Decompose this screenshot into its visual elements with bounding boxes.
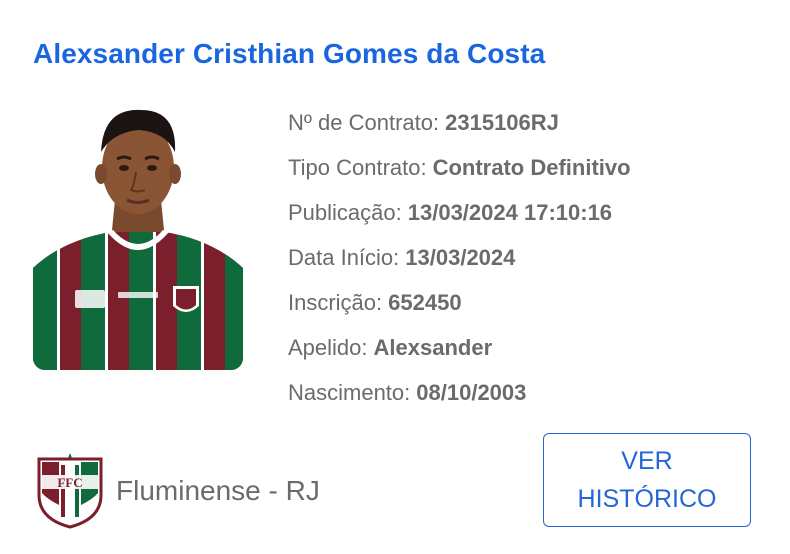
start-date-label: Data Início: xyxy=(288,244,400,270)
birth-date-label: Nascimento: xyxy=(288,379,411,405)
contract-number-row: Nº de Contrato: 2315106RJ xyxy=(288,100,631,145)
player-photo xyxy=(33,100,243,370)
birth-date-value: 08/10/2003 xyxy=(416,379,527,405)
nickname-label: Apelido: xyxy=(288,334,368,360)
club-name: Fluminense - RJ xyxy=(116,475,320,506)
registration-value: 652450 xyxy=(388,289,462,315)
registration-label: Inscrição: xyxy=(288,289,383,315)
view-history-button[interactable]: VER HISTÓRICO xyxy=(543,433,751,527)
contract-type-label: Tipo Contrato: xyxy=(288,154,427,180)
view-history-line1: VER xyxy=(621,447,673,475)
registration-row: Inscrição: 652450 xyxy=(288,280,631,325)
birth-date-row: Nascimento: 08/10/2003 xyxy=(288,370,631,415)
view-history-line2: HISTÓRICO xyxy=(577,485,717,513)
start-date-value: 13/03/2024 xyxy=(405,244,516,270)
nickname-value: Alexsander xyxy=(373,334,493,360)
contract-type-value: Contrato Definitivo xyxy=(432,154,631,180)
nickname-row: Apelido: Alexsander xyxy=(288,325,631,370)
player-photo-illustration xyxy=(33,109,243,370)
contract-number-value: 2315106RJ xyxy=(445,109,559,135)
publication-value: 13/03/2024 17:10:16 xyxy=(407,199,613,225)
player-name: Alexsander Cristhian Gomes da Costa xyxy=(33,38,546,69)
crest-monogram: FFC xyxy=(57,475,82,490)
club-info: FFC Fluminense - RJ xyxy=(37,453,320,529)
publication-label: Publicação: xyxy=(288,199,402,225)
start-date-row: Data Início: 13/03/2024 xyxy=(288,235,631,280)
contract-type-row: Tipo Contrato: Contrato Definitivo xyxy=(288,145,631,190)
publication-row: Publicação: 13/03/2024 17:10:16 xyxy=(288,190,631,235)
contract-details: Nº de Contrato: 2315106RJ Tipo Contrato:… xyxy=(288,100,631,415)
fluminense-crest-icon: FFC xyxy=(37,453,103,529)
contract-number-label: Nº de Contrato: xyxy=(288,109,440,135)
